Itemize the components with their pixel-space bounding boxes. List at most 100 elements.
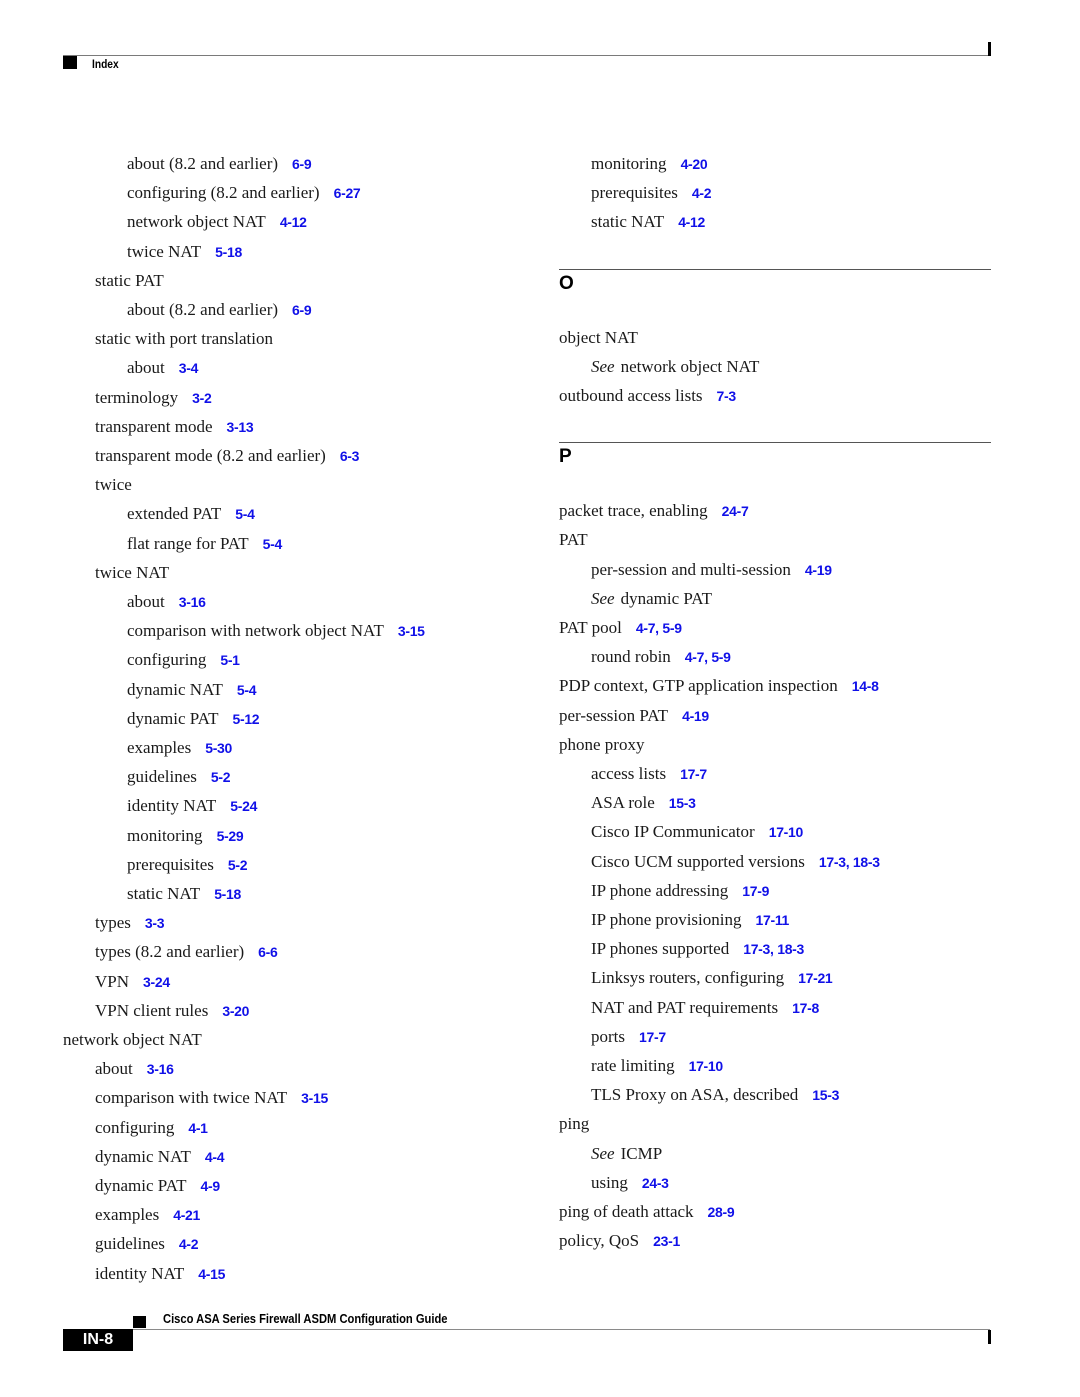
see-reference-label: See [591, 1143, 615, 1163]
page-reference-link[interactable]: 7-3 [717, 388, 737, 404]
page-reference-link[interactable]: 17-7 [639, 1029, 666, 1045]
page-reference-link[interactable]: 3-13 [227, 419, 254, 435]
page-reference-link[interactable]: 5-2 [211, 769, 231, 785]
page-reference-link[interactable]: 18-3 [853, 854, 880, 870]
page-reference-link[interactable]: 3-20 [222, 1003, 249, 1019]
page-reference-link[interactable]: 5-9 [711, 649, 731, 665]
index-term: about [127, 592, 165, 611]
index-entry: identity NAT 4-15 [95, 1263, 225, 1285]
index-entry: per-session and multi-session 4-19 [591, 559, 832, 581]
page-reference-link[interactable]: 4-15 [198, 1266, 225, 1282]
index-term: about [127, 358, 165, 378]
page-reference-link[interactable]: 3-3 [145, 915, 165, 931]
index-term: about (8.2 and earlier) [127, 154, 279, 173]
header-square-marker [63, 56, 77, 69]
page-reference-link[interactable]: 5-18 [214, 886, 241, 902]
index-entry: Cisco IP Communicator 17-10 [591, 821, 803, 843]
page-reference-link[interactable]: 17-10 [769, 824, 804, 840]
page-reference-link[interactable]: 6-3 [340, 448, 360, 464]
page-reference-link[interactable]: 17-8 [792, 1000, 819, 1016]
page-reference-link[interactable]: 24-3 [642, 1175, 669, 1191]
page-reference-link[interactable]: 4-7, [636, 620, 663, 636]
page-reference-link[interactable]: 5-4 [237, 682, 257, 698]
page-reference-link[interactable]: 6-9 [292, 156, 312, 172]
index-term: static NAT [127, 884, 201, 903]
index-term: PAT pool [559, 618, 622, 637]
page-reference-link[interactable]: 3-16 [147, 1061, 174, 1077]
page-reference-link[interactable]: 5-24 [230, 798, 257, 814]
index-entry: ports 17-7 [591, 1026, 666, 1048]
index-term: PAT [559, 530, 588, 550]
page-reference-link[interactable]: 4-2 [692, 185, 712, 201]
page-reference-link[interactable]: 4-19 [805, 562, 832, 578]
page-reference-link[interactable]: 5-18 [215, 244, 242, 260]
page-reference-link[interactable]: 3-15 [398, 623, 425, 639]
page-reference-link[interactable]: 4-20 [681, 156, 708, 172]
index-entry: about 3-4 [127, 357, 198, 379]
section-divider [559, 268, 991, 270]
index-term: IP phone provisioning [591, 910, 742, 929]
page-reference-link[interactable]: 5-9 [662, 620, 682, 636]
page-reference-link[interactable]: 15-3 [812, 1087, 839, 1103]
index-term: static PAT [95, 270, 164, 290]
page-reference-link[interactable]: 4-12 [678, 214, 705, 230]
index-term: dynamic PAT [620, 588, 713, 608]
page-reference-link[interactable]: 5-29 [217, 828, 244, 844]
page-reference-link[interactable]: 5-4 [235, 506, 255, 522]
page-reference-link[interactable]: 4-2 [179, 1236, 199, 1252]
index-term: guidelines [127, 767, 197, 787]
page-reference-link[interactable]: 17-10 [689, 1058, 724, 1074]
page-reference-link[interactable]: 17-21 [798, 970, 833, 986]
page-reference-link[interactable]: 23-1 [653, 1233, 680, 1249]
index-entry: configuring 5-1 [127, 649, 240, 671]
index-term: ping [559, 1114, 590, 1134]
page-reference-link[interactable]: 17-11 [755, 912, 789, 928]
page-reference-link[interactable]: 4-19 [682, 708, 709, 724]
index-entry: See ICMP [591, 1143, 662, 1165]
page-reference-link[interactable]: 14-8 [852, 678, 879, 694]
page-reference-link[interactable]: 15-3 [669, 795, 696, 811]
index-term: flat range for PAT [127, 533, 249, 553]
page-reference-link[interactable]: 5-1 [220, 652, 240, 668]
page-reference-link[interactable]: 6-9 [292, 302, 312, 318]
page-reference-link[interactable]: 5-4 [263, 536, 283, 552]
index-term: transparent mode (8.2 and earlier) [95, 446, 326, 465]
page-reference-link[interactable]: 3-4 [179, 360, 199, 376]
page-reference-link[interactable]: 17-7 [680, 766, 707, 782]
page-reference-link[interactable]: 4-1 [188, 1120, 208, 1136]
page-reference-link[interactable]: 6-6 [258, 944, 278, 960]
page-reference-link[interactable]: 4-21 [173, 1207, 200, 1223]
index-term: network object NAT [127, 212, 266, 232]
page-reference-link[interactable]: 4-4 [205, 1149, 225, 1165]
index-entry: phone proxy [559, 734, 644, 756]
page-reference-link[interactable]: 17-3, [819, 854, 853, 870]
page-reference-link[interactable]: 3-16 [179, 594, 206, 610]
index-term: configuring [95, 1117, 175, 1137]
index-entry: dynamic PAT 5-12 [127, 708, 260, 730]
page-reference-link[interactable]: 3-24 [143, 974, 170, 990]
index-term: identity NAT [127, 796, 217, 816]
page-reference-link[interactable]: 3-15 [301, 1090, 328, 1106]
page-reference-link[interactable]: 4-12 [280, 214, 307, 230]
index-entry: guidelines 5-2 [127, 766, 231, 788]
index-entry: examples 4-21 [95, 1204, 200, 1226]
index-term: dynamic NAT [95, 1146, 191, 1166]
page-reference-link[interactable]: 5-12 [232, 711, 259, 727]
page-reference-link[interactable]: 4-9 [200, 1178, 220, 1194]
page-reference-link[interactable]: 5-2 [228, 857, 248, 873]
page-reference-link[interactable]: 17-3, [743, 941, 777, 957]
page-reference-link[interactable]: 6-27 [334, 185, 361, 201]
index-entry: TLS Proxy on ASA, described 15-3 [591, 1084, 839, 1106]
page-reference-link[interactable]: 5-30 [205, 740, 232, 756]
index-term: VPN client rules [95, 1000, 209, 1020]
page-reference-link[interactable]: 24-7 [722, 503, 749, 519]
index-entry: transparent mode (8.2 and earlier) 6-3 [95, 445, 359, 467]
page-reference-link[interactable]: 28-9 [708, 1204, 735, 1220]
page-reference-link[interactable]: 17-9 [742, 883, 769, 899]
index-entry: NAT and PAT requirements 17-8 [591, 997, 819, 1019]
page-reference-link[interactable]: 3-2 [192, 390, 212, 406]
page-reference-link[interactable]: 4-7, [685, 649, 712, 665]
index-entry: monitoring 4-20 [591, 153, 708, 175]
page-reference-link[interactable]: 18-3 [777, 941, 804, 957]
index-entry: about (8.2 and earlier) 6-9 [127, 153, 312, 175]
